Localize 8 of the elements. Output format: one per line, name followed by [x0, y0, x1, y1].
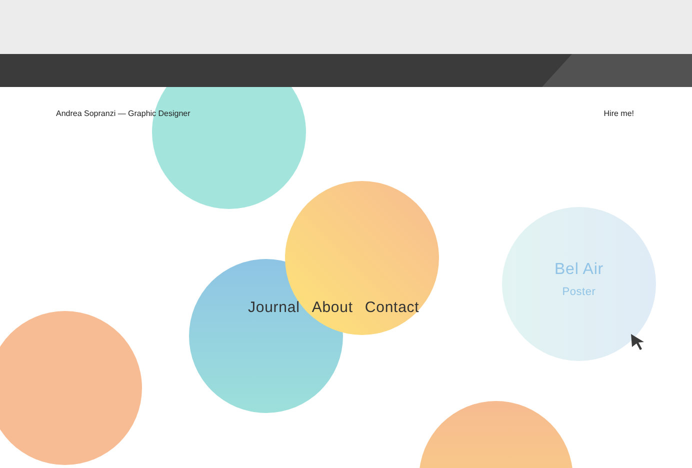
nav-link[interactable]: Contact [364, 297, 420, 320]
hire-link[interactable]: Hire me! [604, 108, 634, 120]
cursor-icon [630, 333, 646, 351]
nav-link[interactable]: About [312, 297, 353, 320]
project-subtitle: Poster [562, 284, 596, 300]
site-title[interactable]: Andrea Sopranzi — Graphic Designer [56, 108, 190, 120]
project-title: Bel Air [554, 260, 604, 280]
nav-link[interactable]: Journal [248, 297, 300, 320]
